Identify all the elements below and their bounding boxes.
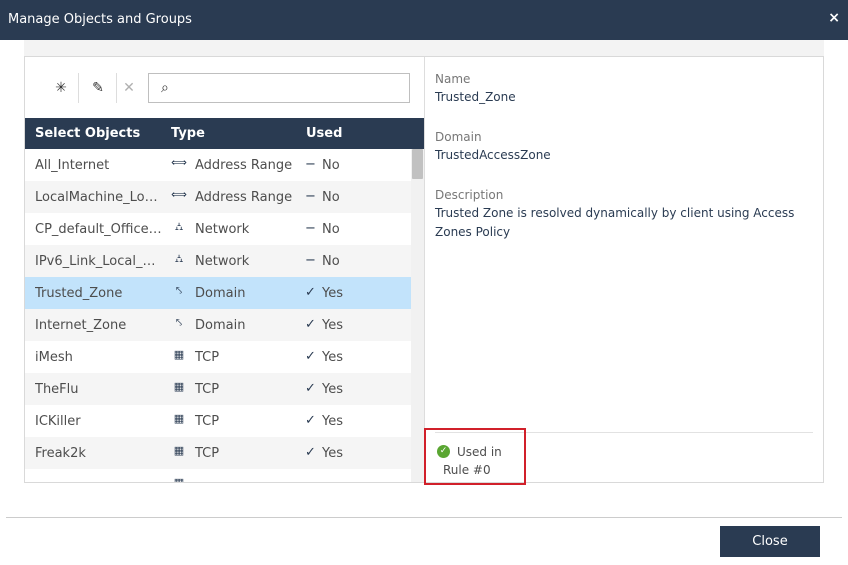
dash-icon: − xyxy=(305,221,316,236)
object-name: Freak2k xyxy=(35,446,86,461)
search-input[interactable] xyxy=(181,78,405,100)
object-used: Yes xyxy=(322,318,343,333)
domain-icon: ⤣ xyxy=(175,316,183,329)
details-pane: Name Trusted_Zone Domain TrustedAccessZo… xyxy=(425,57,823,482)
dialog-title: Manage Objects and Groups xyxy=(8,12,192,27)
object-name: IPv6_Link_Local_Hosts xyxy=(35,254,163,269)
domain-label: Domain xyxy=(435,130,482,144)
table-row[interactable]: TheFlu ▦ TCP ✓ Yes xyxy=(25,373,411,405)
table-row[interactable]: Internet_Zone ⤣ Domain ✓ Yes xyxy=(25,309,411,341)
description-label: Description xyxy=(435,188,504,202)
object-type: TCP xyxy=(195,382,220,397)
description-value: Trusted Zone is resolved dynamically by … xyxy=(435,206,795,239)
edit-icon[interactable]: ✎ xyxy=(87,77,109,99)
header-strip xyxy=(24,40,824,56)
object-name: ICKiller xyxy=(35,414,81,429)
table-row[interactable]: IPv6_Link_Local_Hosts ⛼ Network − No xyxy=(25,245,411,277)
object-type: Domain xyxy=(195,318,246,333)
close-button[interactable]: Close xyxy=(720,526,820,557)
column-header-name[interactable]: Select Objects xyxy=(35,126,140,141)
tcp-service-icon: ▦ xyxy=(170,476,188,482)
network-icon: ⛼ xyxy=(174,252,184,265)
column-header-used[interactable]: Used xyxy=(306,126,342,141)
toolbar-divider xyxy=(116,73,117,103)
object-name: All_Internet xyxy=(35,158,110,173)
object-name: iMesh xyxy=(35,350,73,365)
tcp-service-icon: ▦ xyxy=(173,412,185,425)
table-row[interactable]: LocalMachine_Loopback ⟺ Address Range − … xyxy=(25,181,411,213)
object-type: Network xyxy=(195,222,250,237)
rule-link[interactable]: Rule #0 xyxy=(443,463,491,477)
check-circle-icon: ✓ xyxy=(437,445,450,458)
table-row[interactable]: CP_default_Office_Mode_addresses_pool ⛼ … xyxy=(25,213,411,245)
table-row[interactable]: ICKiller ▦ TCP ✓ Yes xyxy=(25,405,411,437)
footer-divider xyxy=(6,517,842,518)
usage-info: ✓ Used in Rule #0 xyxy=(424,428,526,485)
object-used: No xyxy=(322,158,340,173)
used-in-label: Used in xyxy=(457,445,502,459)
object-used: Yes xyxy=(322,414,343,429)
object-used: No xyxy=(322,222,340,237)
search-icon: ⌕ xyxy=(161,80,169,96)
check-icon: ✓ xyxy=(305,381,316,396)
objects-panel: ✳ ✎ ✕ ⌕ Select Objects Type Used All_Int… xyxy=(24,56,824,483)
object-used: No xyxy=(322,190,340,205)
check-icon: ✓ xyxy=(305,317,316,332)
dash-icon: − xyxy=(305,157,316,172)
name-label: Name xyxy=(435,72,471,86)
object-type: Domain xyxy=(195,286,246,301)
dash-icon: − xyxy=(305,189,316,204)
new-object-icon[interactable]: ✳ xyxy=(50,77,72,99)
table-header: Select Objects Type Used xyxy=(25,118,424,149)
object-type: TCP xyxy=(195,446,220,461)
tcp-service-icon: ▦ xyxy=(173,380,185,393)
name-value: Trusted_Zone xyxy=(435,90,516,104)
object-used: Yes xyxy=(322,446,343,461)
list-toolbar: ✳ ✎ ✕ ⌕ xyxy=(25,57,424,118)
close-icon[interactable]: × xyxy=(828,10,840,26)
toolbar-divider xyxy=(78,73,79,103)
tcp-service-icon: ▦ xyxy=(173,444,185,457)
table-row[interactable]: All_Internet ⟺ Address Range − No xyxy=(25,149,411,181)
object-name: Internet_Zone xyxy=(35,318,127,333)
table-row-selected[interactable]: Trusted_Zone ⤣ Domain ✓ Yes xyxy=(25,277,411,309)
object-used: Yes xyxy=(322,382,343,397)
object-type: TCP xyxy=(195,350,220,365)
objects-list-pane: ✳ ✎ ✕ ⌕ Select Objects Type Used All_Int… xyxy=(25,57,425,482)
delete-icon[interactable]: ✕ xyxy=(118,77,140,99)
object-used: No xyxy=(322,254,340,269)
object-type: TCP xyxy=(195,414,220,429)
object-type: Address Range xyxy=(195,190,293,205)
object-type: Network xyxy=(195,254,250,269)
check-icon: ✓ xyxy=(305,445,316,460)
domain-icon: ⤣ xyxy=(175,284,183,297)
objects-table-body: All_Internet ⟺ Address Range − No LocalM… xyxy=(25,149,411,482)
tcp-service-icon: ▦ xyxy=(173,348,185,361)
object-used: Yes xyxy=(322,286,343,301)
network-icon: ⛼ xyxy=(174,220,184,233)
object-name: LocalMachine_Loopback xyxy=(35,190,163,205)
object-type: Address Range xyxy=(195,158,293,173)
check-icon: ✓ xyxy=(305,349,316,364)
scrollbar-thumb[interactable] xyxy=(412,149,423,179)
address-range-icon: ⟺ xyxy=(171,188,187,201)
object-name: Trusted_Zone xyxy=(35,286,123,301)
object-name: CP_default_Office_Mode_addresses_pool xyxy=(35,222,163,237)
address-range-icon: ⟺ xyxy=(171,156,187,169)
object-name: TheFlu xyxy=(35,382,79,397)
list-scrollbar[interactable] xyxy=(411,149,424,482)
search-box[interactable]: ⌕ xyxy=(148,73,410,103)
table-row[interactable]: Freak2k ▦ TCP ✓ Yes xyxy=(25,437,411,469)
dialog-titlebar: Manage Objects and Groups × xyxy=(0,0,848,40)
check-icon: ✓ xyxy=(305,413,316,428)
domain-value: TrustedAccessZone xyxy=(435,148,551,162)
column-header-type[interactable]: Type xyxy=(171,126,205,141)
dash-icon: − xyxy=(305,253,316,268)
check-icon: ✓ xyxy=(305,285,316,300)
table-row[interactable]: iMesh ▦ TCP ✓ Yes xyxy=(25,341,411,373)
table-row[interactable]: ▦ xyxy=(25,469,411,482)
object-used: Yes xyxy=(322,350,343,365)
